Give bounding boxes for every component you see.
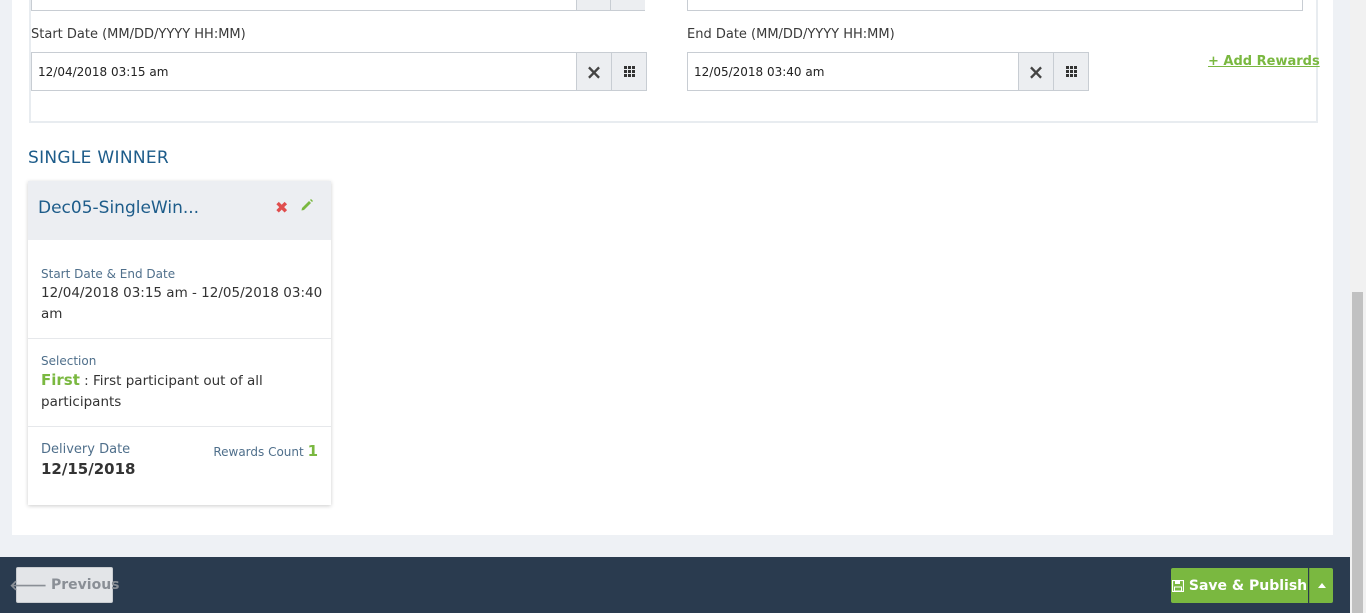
previous-button[interactable]: 🡐 Previous (9, 567, 120, 603)
reward-card: Dec05-SingleWin... ✖ Start Date & End Da… (28, 181, 331, 505)
card-dates-section: Start Date & End Date 12/04/2018 03:15 a… (28, 240, 331, 339)
floppy-disk-icon (1171, 579, 1184, 592)
start-date-clear-button[interactable]: × (576, 53, 611, 90)
top-right-input-partial[interactable] (687, 0, 1303, 11)
caret-up-icon (1317, 583, 1326, 588)
selection-type: First (41, 371, 80, 389)
card-selection-section: Selection First : First participant out … (28, 339, 331, 427)
card-title[interactable]: Dec05-SingleWin... (38, 198, 199, 218)
save-options-dropdown-button[interactable] (1309, 568, 1333, 603)
card-header: Dec05-SingleWin... ✖ (28, 181, 331, 240)
rewards-count: Rewards Count 1 (213, 442, 318, 460)
end-date-field: × (687, 52, 1089, 91)
dates-value: 12/04/2018 03:15 am - 12/05/2018 03:40 a… (41, 285, 323, 322)
start-date-label: Start Date (MM/DD/YYYY HH:MM) (31, 27, 246, 42)
close-icon: × (585, 59, 603, 84)
end-date-clear-button[interactable]: × (1018, 53, 1053, 90)
rewards-count-value: 1 (307, 442, 318, 460)
dates-label: Start Date & End Date (41, 267, 176, 281)
pencil-icon[interactable] (300, 197, 314, 216)
end-date-picker-button[interactable] (1053, 53, 1088, 90)
start-date-input[interactable] (32, 53, 576, 90)
selection-value: First : First participant out of all par… (41, 370, 326, 413)
footer-bar: 🡐 Previous Save & Publish (0, 557, 1350, 613)
start-date-field: × (31, 52, 647, 91)
delete-icon[interactable]: ✖ (275, 198, 288, 217)
delivery-value: 12/15/2018 (41, 460, 136, 478)
close-icon: × (1027, 59, 1045, 84)
calendar-grid-icon (623, 66, 635, 77)
add-rewards-link[interactable]: + Add Rewards (1208, 54, 1320, 69)
end-date-label: End Date (MM/DD/YYYY HH:MM) (687, 27, 895, 42)
top-left-input-partial[interactable] (31, 0, 645, 11)
previous-label: Previous (51, 577, 120, 593)
save-publish-button[interactable]: Save & Publish (1171, 568, 1308, 603)
selection-label: Selection (41, 354, 97, 368)
delivery-label: Delivery Date (41, 442, 131, 457)
save-publish-label: Save & Publish (1188, 577, 1308, 594)
card-delivery-section: Delivery Date 12/15/2018 Rewards Count 1 (28, 427, 331, 505)
section-title: SINGLE WINNER (28, 148, 170, 168)
calendar-grid-icon (1065, 66, 1077, 77)
rewards-count-label: Rewards Count (213, 445, 304, 459)
vertical-scrollbar[interactable] (1350, 0, 1366, 613)
arrow-left-icon: 🡐 (9, 577, 48, 594)
reward-form-panel: Start Date (MM/DD/YYYY HH:MM) × End Date… (29, 0, 1318, 123)
end-date-input[interactable] (688, 53, 1018, 90)
scrollbar-thumb[interactable] (1352, 292, 1363, 613)
start-date-picker-button[interactable] (611, 53, 646, 90)
